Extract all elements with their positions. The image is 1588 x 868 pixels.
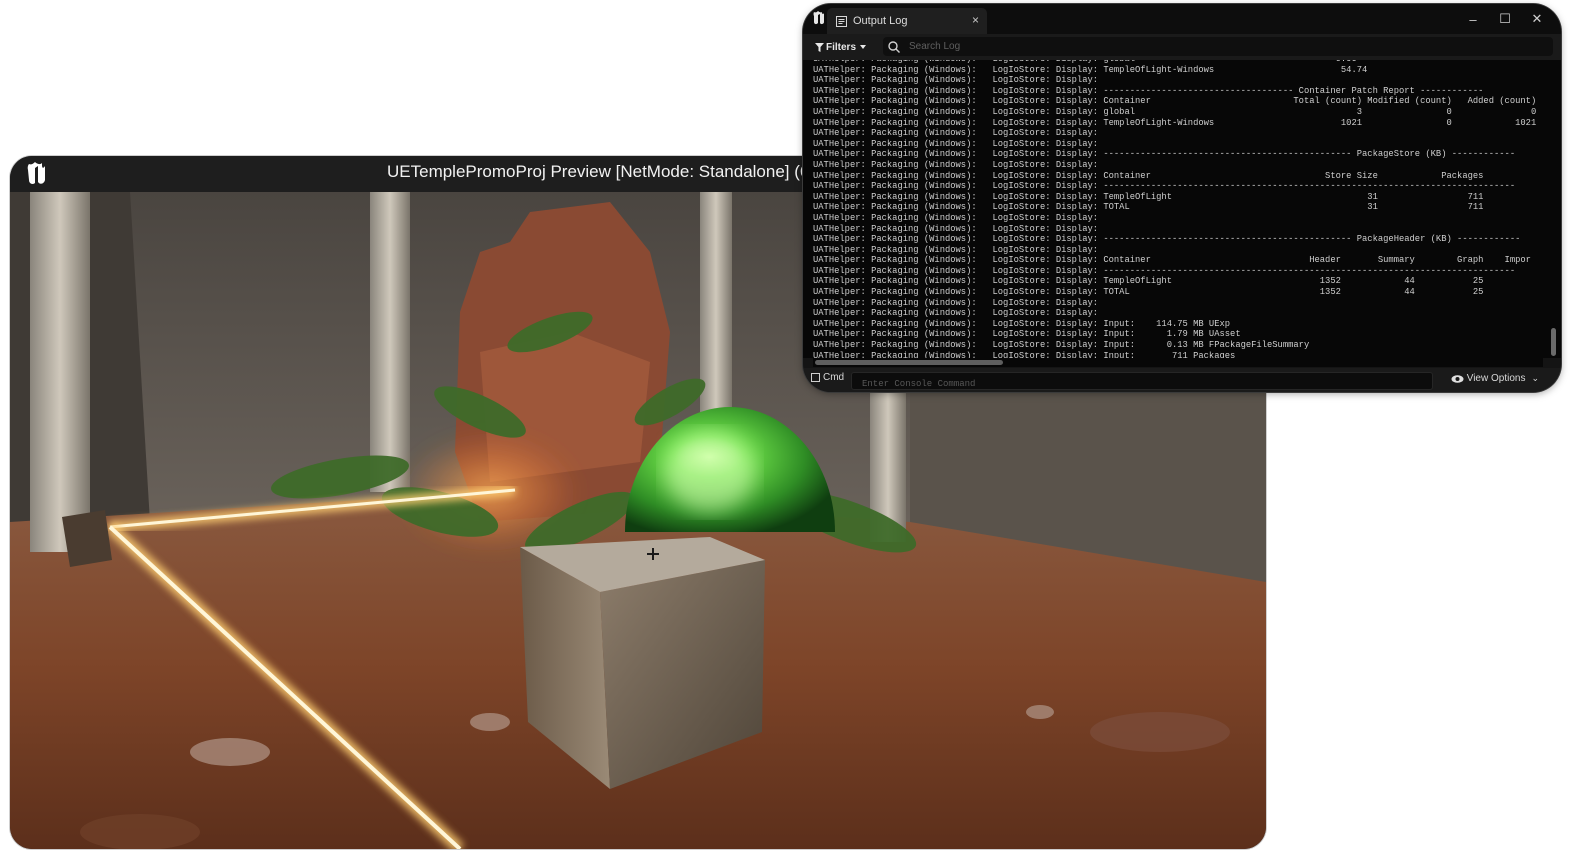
- log-line: UATHelper: Packaging (Windows): LogIoSto…: [813, 350, 1236, 358]
- output-log-icon: [836, 15, 847, 27]
- console-command-field[interactable]: [851, 372, 1433, 392]
- window-controls: – ☐ ✕: [1457, 8, 1553, 30]
- minimize-button[interactable]: –: [1457, 8, 1489, 30]
- log-line: UATHelper: Packaging (Windows): LogIoSto…: [813, 138, 1099, 149]
- log-line: UATHelper: Packaging (Windows): LogIoSto…: [813, 75, 1099, 86]
- log-line: UATHelper: Packaging (Windows): LogIoSto…: [813, 149, 1516, 160]
- output-log-window: Output Log × – ☐ ✕ Filters UATHe: [803, 4, 1561, 392]
- view-options-button[interactable]: View Options ⌄: [1451, 373, 1539, 384]
- tab-label: Output Log: [853, 15, 908, 27]
- log-line: UATHelper: Packaging (Windows): LogIoSto…: [813, 297, 1099, 308]
- log-line: UATHelper: Packaging (Windows): LogIoSto…: [813, 255, 1531, 266]
- log-line: UATHelper: Packaging (Windows): LogIoSto…: [813, 287, 1484, 298]
- filters-button[interactable]: Filters: [815, 38, 867, 56]
- log-line: UATHelper: Packaging (Windows): LogIoSto…: [813, 223, 1099, 234]
- horizontal-scrollbar[interactable]: [813, 358, 1543, 367]
- log-line: UATHelper: Packaging (Windows): LogIoSto…: [813, 212, 1099, 223]
- log-line: UATHelper: Packaging (Windows): LogIoSto…: [813, 159, 1099, 170]
- log-line: UATHelper: Packaging (Windows): LogIoSto…: [813, 234, 1521, 245]
- close-tab-icon[interactable]: ×: [972, 13, 979, 27]
- search-log-field[interactable]: [883, 37, 1553, 56]
- chevron-down-icon: ⌄: [1531, 373, 1539, 383]
- window-title: UETemplePromoProj Preview [NetMode: Stan…: [387, 162, 834, 181]
- log-line: UATHelper: Packaging (Windows): LogIoSto…: [813, 128, 1099, 139]
- console-command-bar: Cmd View Options ⌄: [803, 368, 1561, 392]
- eye-icon: [1451, 374, 1464, 383]
- console-command-input[interactable]: [860, 375, 1424, 392]
- log-lines: UATHelper: Packaging (Windows): LogIoSto…: [813, 60, 1536, 358]
- log-line: UATHelper: Packaging (Windows): LogIoSto…: [813, 265, 1516, 276]
- log-line: UATHelper: Packaging (Windows): LogIoSto…: [813, 64, 1368, 75]
- log-line: UATHelper: Packaging (Windows): LogIoSto…: [813, 340, 1310, 351]
- log-line: UATHelper: Packaging (Windows): LogIoSto…: [813, 329, 1241, 340]
- tab-output-log[interactable]: Output Log ×: [827, 8, 987, 34]
- log-line: UATHelper: Packaging (Windows): LogIoSto…: [813, 202, 1484, 213]
- cmd-label: Cmd: [823, 372, 845, 383]
- close-window-button[interactable]: ✕: [1521, 8, 1553, 30]
- filters-label: Filters: [826, 41, 857, 53]
- log-line: UATHelper: Packaging (Windows): LogIoSto…: [813, 318, 1231, 329]
- log-output-area[interactable]: UATHelper: Packaging (Windows): LogIoSto…: [803, 60, 1547, 358]
- log-tabbar[interactable]: Output Log × – ☐ ✕: [803, 4, 1561, 34]
- unreal-engine-logo-icon: [813, 11, 824, 25]
- log-line: UATHelper: Packaging (Windows): LogIoSto…: [813, 96, 1537, 107]
- log-line: UATHelper: Packaging (Windows): LogIoSto…: [813, 106, 1537, 117]
- vertical-scrollbar-thumb[interactable]: [1551, 328, 1556, 356]
- horizontal-scrollbar-thumb[interactable]: [815, 360, 1003, 365]
- chevron-down-icon: [860, 45, 867, 49]
- cmd-selector-button[interactable]: Cmd: [811, 372, 844, 383]
- log-line: UATHelper: Packaging (Windows): LogIoSto…: [813, 170, 1484, 181]
- log-line: UATHelper: Packaging (Windows): LogIoSto…: [813, 244, 1099, 255]
- vertical-scrollbar[interactable]: [1547, 60, 1561, 358]
- log-line: UATHelper: Packaging (Windows): LogIoSto…: [813, 181, 1516, 192]
- log-line: UATHelper: Packaging (Windows): LogIoSto…: [813, 117, 1537, 128]
- log-line: UATHelper: Packaging (Windows): LogIoSto…: [813, 85, 1484, 96]
- log-line: UATHelper: Packaging (Windows): LogIoSto…: [813, 308, 1099, 319]
- console-icon: [811, 373, 820, 382]
- maximize-button[interactable]: ☐: [1489, 8, 1521, 30]
- log-toolbar: Filters: [803, 34, 1561, 60]
- filter-icon: [815, 42, 824, 52]
- view-options-label: View Options: [1466, 373, 1526, 384]
- search-log-input[interactable]: [907, 40, 1511, 53]
- unreal-engine-logo-icon: [20, 158, 52, 190]
- search-icon: [888, 40, 900, 53]
- log-line: UATHelper: Packaging (Windows): LogIoSto…: [813, 191, 1484, 202]
- log-line: UATHelper: Packaging (Windows): LogIoSto…: [813, 276, 1484, 287]
